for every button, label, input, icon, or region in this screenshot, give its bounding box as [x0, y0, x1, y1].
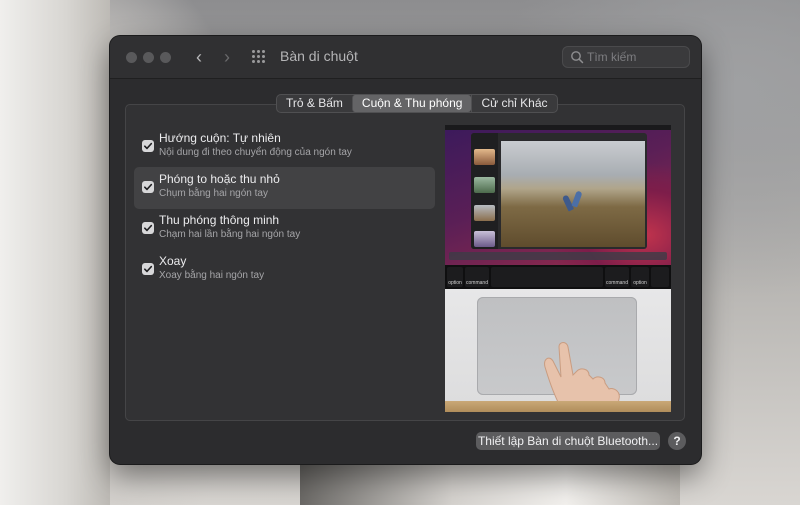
close-window-button[interactable] — [126, 52, 137, 63]
gesture-preview-video: option command command option — [445, 125, 671, 412]
option-title: Xoay — [159, 254, 187, 268]
option-title: Phóng to hoặc thu nhỏ — [159, 172, 280, 186]
preview-dock — [449, 252, 667, 260]
preview-key: command — [465, 267, 489, 287]
checkmark-icon — [144, 142, 153, 150]
zoom-window-button[interactable] — [160, 52, 171, 63]
forward-chevron-icon[interactable]: › — [216, 46, 238, 68]
option-scroll-direction[interactable]: Hướng cuộn: Tự nhiên Nội dung đi theo ch… — [134, 126, 435, 168]
option-description: Chạm hai lần bằng hai ngón tay — [159, 229, 301, 240]
preview-thumbnail — [474, 231, 495, 247]
preview-table — [445, 401, 671, 412]
preview-menubar — [445, 125, 671, 130]
checkmark-icon — [144, 265, 153, 273]
preview-photos-window — [471, 133, 647, 249]
option-description: Xoay bằng hai ngón tay — [159, 270, 265, 281]
window-title: Bàn di chuột — [280, 48, 358, 64]
preview-photo — [501, 141, 645, 247]
background-bottom — [300, 465, 680, 505]
preview-keyboard: option command command option — [445, 265, 671, 289]
option-rotate[interactable]: Xoay Xoay bằng hai ngón tay — [134, 249, 435, 291]
help-button[interactable]: ? — [668, 432, 686, 450]
titlebar: ‹ › Bàn di chuột — [110, 36, 701, 79]
option-title: Hướng cuộn: Tự nhiên — [159, 131, 281, 145]
preferences-window: ‹ › Bàn di chuột Trỏ & Bấm Cuộn & Thu ph… — [110, 36, 701, 464]
preview-key: option — [447, 267, 463, 287]
preview-key — [651, 267, 669, 287]
preview-laptop-deck — [445, 289, 671, 412]
rotate-checkbox[interactable] — [142, 263, 154, 275]
checkmark-icon — [144, 224, 153, 232]
search-field[interactable] — [562, 46, 690, 68]
preview-thumbnail — [474, 177, 495, 193]
background-left — [0, 0, 110, 505]
preview-screen — [445, 125, 671, 265]
preview-spacebar — [491, 267, 603, 287]
tab-bar: Trỏ & Bấm Cuộn & Thu phóng Cử chỉ Khác — [276, 94, 558, 113]
zoom-in-out-checkbox[interactable] — [142, 181, 154, 193]
show-all-grid-icon[interactable] — [252, 50, 266, 64]
preview-key: command — [605, 267, 629, 287]
preview-key: option — [631, 267, 649, 287]
tab-point-click[interactable]: Trỏ & Bấm — [277, 95, 352, 112]
search-icon — [571, 51, 584, 64]
option-description: Nội dung đi theo chuyển động của ngón ta… — [159, 147, 352, 158]
checkmark-icon — [144, 183, 153, 191]
option-title: Thu phóng thông minh — [159, 213, 280, 227]
back-chevron-icon[interactable]: ‹ — [188, 46, 210, 68]
option-smart-zoom[interactable]: Thu phóng thông minh Chạm hai lần bằng h… — [134, 208, 435, 250]
preview-photos-sidebar — [471, 133, 498, 249]
option-zoom-in-out[interactable]: Phóng to hoặc thu nhỏ Chụm bằng hai ngón… — [134, 167, 435, 209]
setup-bluetooth-trackpad-button[interactable]: Thiết lập Bàn di chuột Bluetooth... — [476, 432, 660, 450]
tab-more-gestures[interactable]: Cử chỉ Khác — [471, 95, 556, 112]
preview-thumbnail — [474, 205, 495, 221]
preview-thumbnail — [474, 149, 495, 165]
search-input[interactable] — [587, 49, 685, 65]
minimize-window-button[interactable] — [143, 52, 154, 63]
tab-scroll-zoom[interactable]: Cuộn & Thu phóng — [351, 95, 472, 112]
smart-zoom-checkbox[interactable] — [142, 222, 154, 234]
scroll-direction-checkbox[interactable] — [142, 140, 154, 152]
option-description: Chụm bằng hai ngón tay — [159, 188, 268, 199]
preview-person — [571, 190, 583, 208]
